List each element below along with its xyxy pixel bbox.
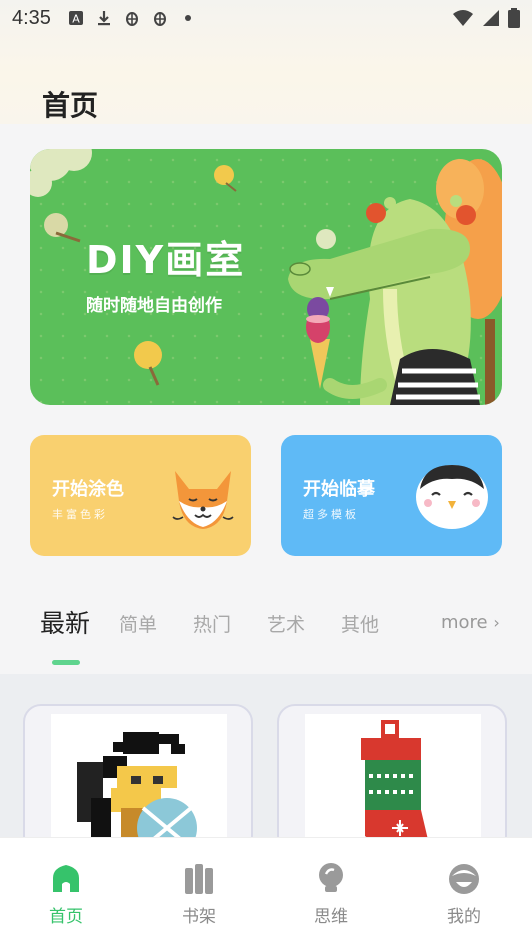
home-icon <box>53 865 79 892</box>
card-subtitle: 超多模板 <box>303 508 359 521</box>
diy-studio-banner[interactable]: DIY画室 随时随地自由创作 <box>30 149 502 405</box>
wifi-icon <box>453 10 473 26</box>
tab-art[interactable]: 艺术 <box>267 610 305 637</box>
page-title: 首页 <box>42 89 99 122</box>
bug-icon <box>125 12 138 26</box>
tab-simple[interactable]: 简单 <box>119 610 157 637</box>
hero-subtitle: 随时随地自由创作 <box>86 296 222 316</box>
nav-profile-label: 我的 <box>447 907 481 927</box>
nav-bookshelf-label: 书架 <box>182 907 216 927</box>
artwork-card[interactable] <box>23 704 253 854</box>
viking-pixel-art <box>77 732 197 852</box>
christmas-stocking-pixel-art <box>361 720 429 852</box>
tab-other[interactable]: 其他 <box>341 610 379 637</box>
battery-icon <box>508 8 520 28</box>
status-bar: 4:35 A <box>0 0 532 36</box>
header-area: 4:35 A 首页 <box>0 0 532 124</box>
card-title: 开始涂色 <box>52 479 124 500</box>
status-time: 4:35 <box>12 6 51 29</box>
nav-bookshelf[interactable]: 书架 <box>164 862 234 927</box>
nav-home-label: 首页 <box>49 907 83 927</box>
category-tabs: 最新 简单 热门 艺术 其他 more › <box>0 600 532 674</box>
chevron-right-icon: › <box>493 613 500 632</box>
nav-thinking[interactable]: 思维 <box>296 862 366 927</box>
card-title: 开始临摹 <box>303 479 375 500</box>
a-box-icon: A <box>68 11 83 26</box>
card-subtitle: 丰富色彩 <box>52 508 108 521</box>
bookshelf-icon <box>185 864 213 894</box>
more-link[interactable]: more › <box>441 612 500 633</box>
hero-title: DIY画室 <box>86 238 246 282</box>
nav-thinking-label: 思维 <box>314 907 348 927</box>
nav-home[interactable]: 首页 <box>31 862 101 927</box>
start-copying-card[interactable]: 开始临摹 超多模板 <box>281 435 502 556</box>
bulb-icon <box>319 863 343 892</box>
penguin-icon <box>416 465 488 529</box>
svg-text:A: A <box>72 13 80 26</box>
download-icon <box>97 11 110 26</box>
active-tab-indicator <box>52 660 80 665</box>
more-label: more <box>441 612 488 633</box>
signal-icon <box>483 10 499 26</box>
tab-latest[interactable]: 最新 <box>40 604 90 640</box>
artwork-card[interactable] <box>277 704 507 854</box>
nav-profile[interactable]: 我的 <box>429 862 499 927</box>
tab-hot[interactable]: 热门 <box>193 610 231 637</box>
dot-icon <box>184 15 191 21</box>
face-icon <box>449 864 479 894</box>
bottom-navigation: 首页 书架 思维 我的 <box>0 837 532 947</box>
bug-icon <box>153 12 166 26</box>
start-coloring-card[interactable]: 开始涂色 丰富色彩 <box>30 435 251 556</box>
fox-icon <box>172 471 234 529</box>
